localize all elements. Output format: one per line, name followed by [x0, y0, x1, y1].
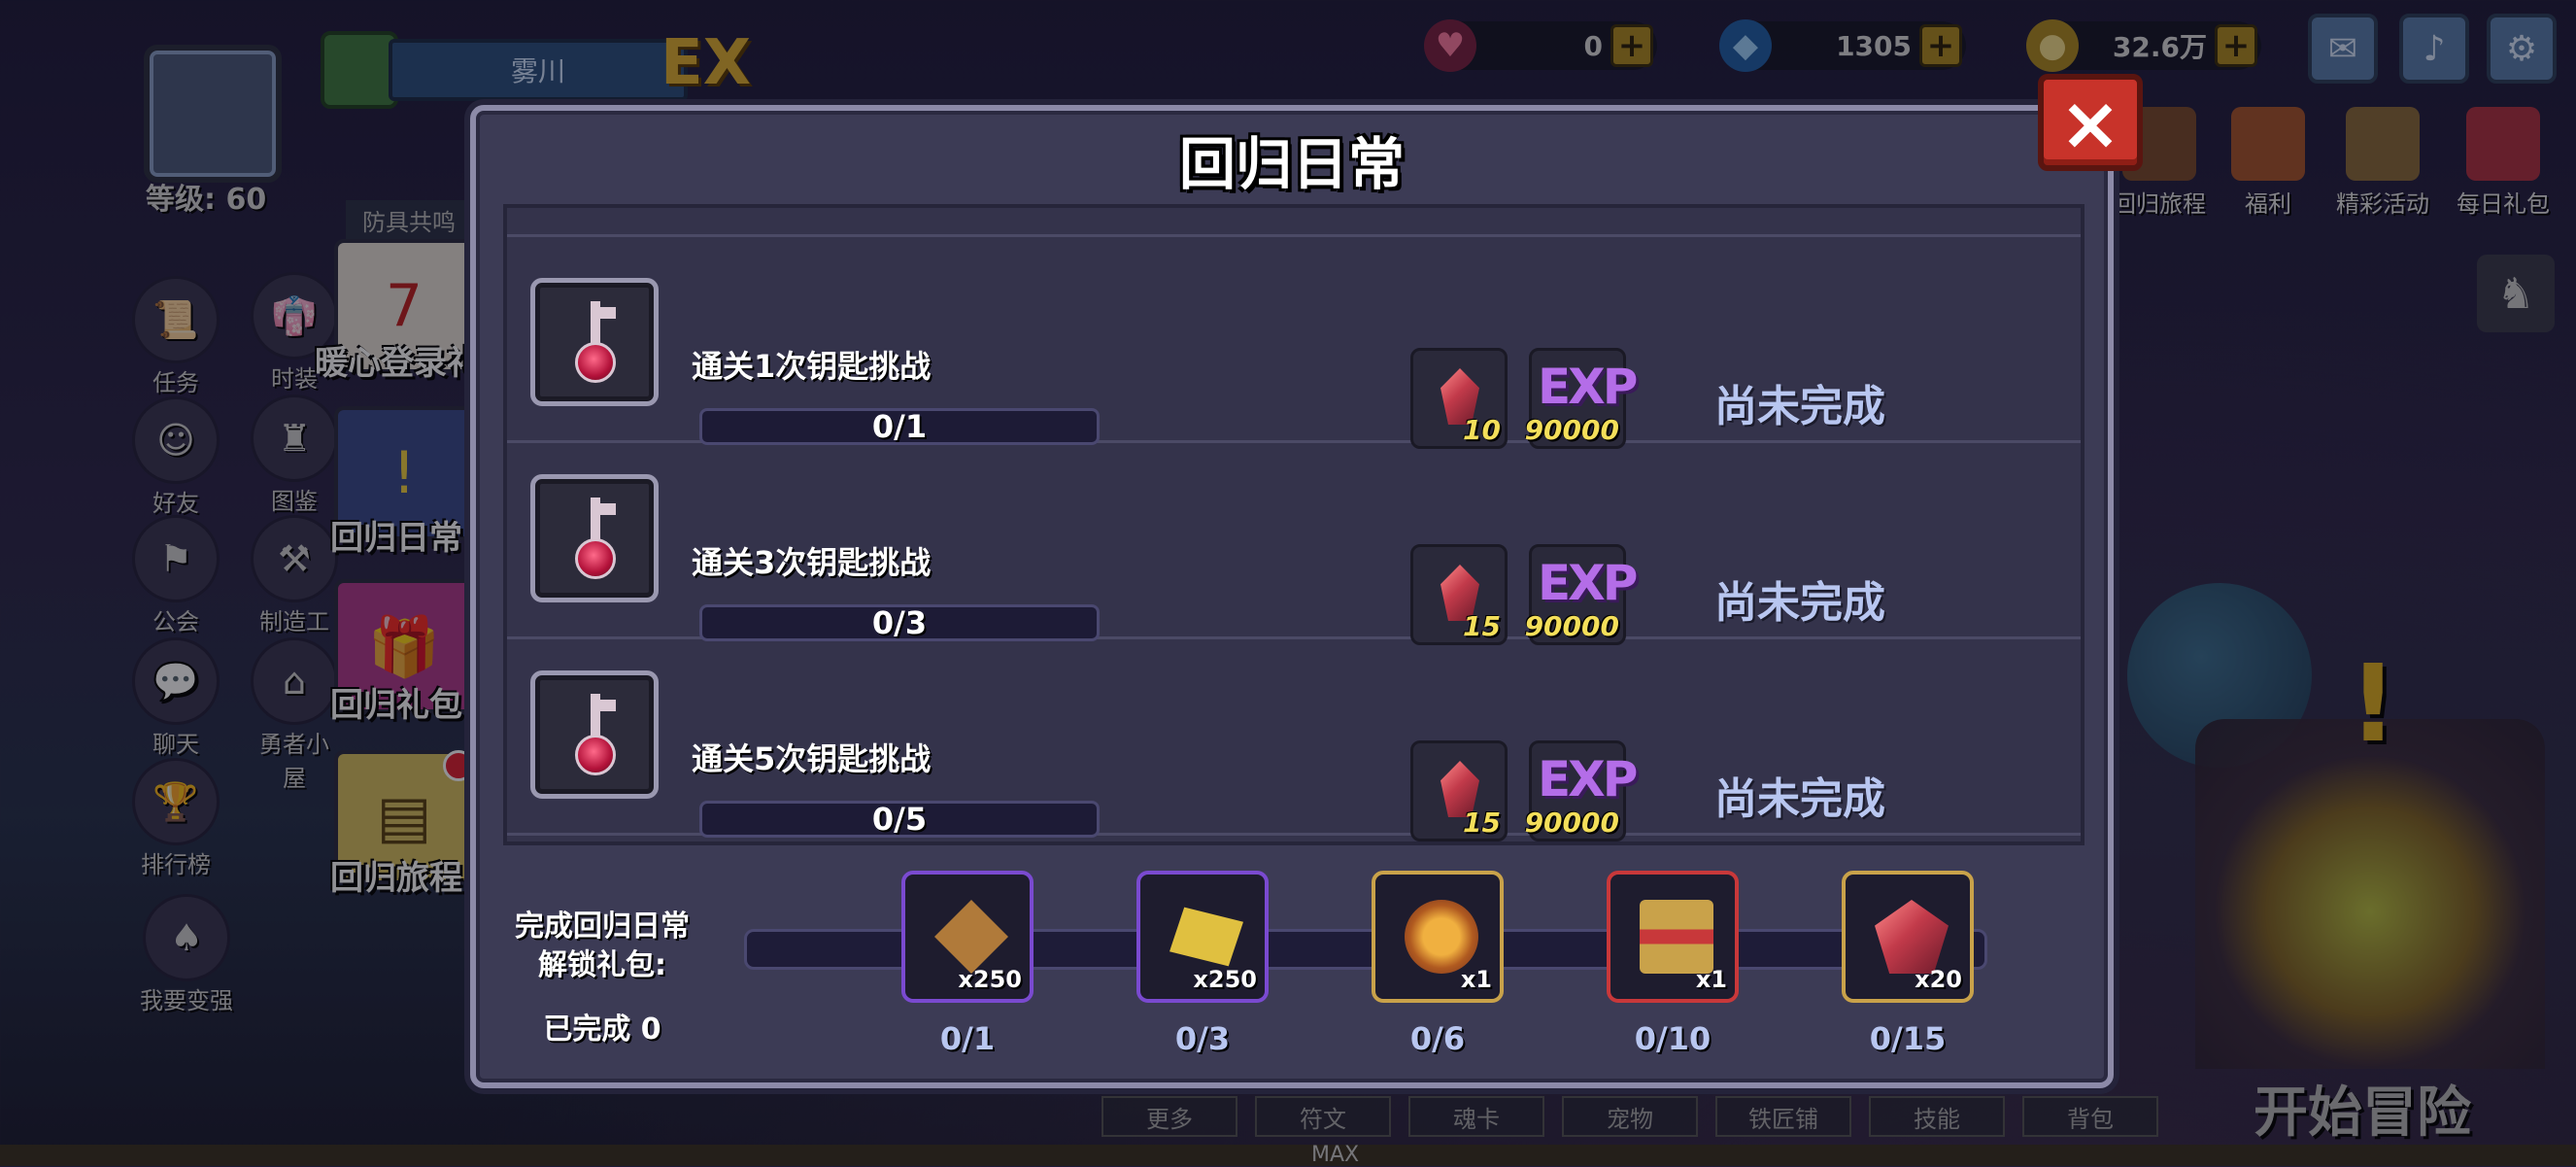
milestone-progress: 0/10: [1634, 1020, 1712, 1057]
task-row: 通关3次钥匙挑战 0/3 15 EXP 90000 尚未完成: [507, 445, 2081, 645]
reward-gem[interactable]: 15: [1410, 740, 1508, 841]
task-list[interactable]: 通关1次钥匙挑战 0/1 10 EXP 90000 尚未完成 通关3次钥匙挑战 …: [503, 204, 2085, 845]
red-gem-icon: [1875, 900, 1949, 974]
key-icon: [530, 278, 659, 406]
milestone-gift[interactable]: x1: [1372, 871, 1504, 1003]
red-book-icon: [1640, 900, 1713, 974]
reward-exp[interactable]: EXP 90000: [1525, 348, 1638, 449]
dialog-title: 回归日常: [1178, 131, 1405, 197]
task-progress: 0/3: [699, 604, 1100, 641]
task-row: 通关1次钥匙挑战 0/1 10 EXP 90000 尚未完成: [507, 249, 2081, 449]
bronze-rune-icon: [934, 900, 1008, 974]
reward-exp[interactable]: EXP 90000: [1525, 740, 1638, 841]
task-name: 通关3次钥匙挑战: [692, 544, 932, 581]
task-name: 通关5次钥匙挑战: [692, 740, 932, 777]
task-row-partial: [507, 208, 2081, 237]
gold-chest-icon: [1405, 900, 1478, 974]
key-icon: [530, 474, 659, 602]
milestone-progress: 0/6: [1409, 1020, 1466, 1057]
milestone-progress: 0/15: [1869, 1020, 1947, 1057]
task-name: 通关1次钥匙挑战: [692, 348, 932, 385]
milestone-gift[interactable]: x1: [1607, 871, 1739, 1003]
close-button[interactable]: ×: [2038, 74, 2143, 171]
reward-exp[interactable]: EXP 90000: [1525, 544, 1638, 645]
task-row: 通关5次钥匙挑战 0/5 15 EXP 90000 尚未完成: [507, 641, 2081, 841]
gold-rune-icon: [1169, 907, 1243, 967]
milestone-progress: 0/3: [1174, 1020, 1231, 1057]
completed-count: 已完成 0: [543, 1013, 661, 1047]
task-status: 尚未完成: [1714, 774, 1885, 824]
task-status: 尚未完成: [1714, 382, 1885, 431]
task-progress: 0/1: [699, 408, 1100, 445]
reward-gem[interactable]: 10: [1410, 348, 1508, 449]
milestone-progress: 0/1: [939, 1020, 996, 1057]
milestone-gift[interactable]: x250: [901, 871, 1034, 1003]
exp-icon: EXP: [1538, 751, 1638, 807]
milestone-gift[interactable]: x20: [1842, 871, 1974, 1003]
milestone-gift[interactable]: x250: [1136, 871, 1269, 1003]
exp-icon: EXP: [1538, 359, 1638, 415]
reward-gem[interactable]: 15: [1410, 544, 1508, 645]
unlock-label: 完成回归日常 解锁礼包:: [515, 910, 690, 982]
task-status: 尚未完成: [1714, 578, 1885, 628]
exp-icon: EXP: [1538, 555, 1638, 611]
task-progress: 0/5: [699, 801, 1100, 838]
key-icon: [530, 670, 659, 799]
